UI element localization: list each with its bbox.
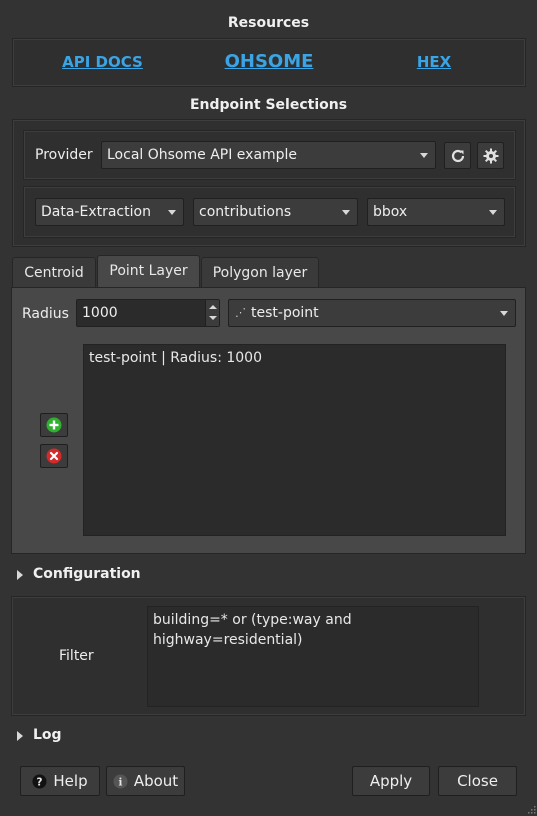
refresh-icon (451, 149, 464, 162)
point-layer-panel: Radius 1000 ⋰ test-point test-point | Ra… (11, 287, 526, 554)
point-layer-list[interactable]: test-point | Radius: 1000 (83, 344, 506, 536)
endpoint-metric-select[interactable]: contributions (193, 198, 358, 226)
list-item[interactable]: test-point | Radius: 1000 (89, 348, 500, 368)
radius-stepper[interactable] (205, 300, 219, 326)
gear-icon (483, 148, 498, 163)
filter-label: Filter (59, 648, 94, 664)
filter-input[interactable]: building=* or (type:way and highway=resi… (147, 606, 479, 707)
tab-point-layer[interactable]: Point Layer (97, 255, 200, 288)
provider-label: Provider (35, 147, 93, 163)
provider-row: Provider Local Ohsome API example (23, 130, 516, 180)
tab-polygon-layer[interactable]: Polygon layer (201, 257, 319, 288)
endpoint-title: Endpoint Selections (189, 97, 348, 113)
plus-icon (46, 417, 62, 433)
remove-icon (46, 448, 62, 464)
tab-centroid[interactable]: Centroid (12, 257, 96, 288)
point-layer-icon: ⋰ (235, 306, 246, 319)
ohsome-link[interactable]: OHSOME (213, 51, 325, 72)
stepper-up-icon[interactable] (209, 305, 217, 309)
question-icon: ? (32, 773, 47, 789)
log-toggle[interactable]: Log (33, 727, 62, 743)
radius-spinbox[interactable]: 1000 (76, 299, 220, 327)
provider-select[interactable]: Local Ohsome API example (101, 141, 436, 169)
help-button[interactable]: ? Help (20, 766, 100, 796)
info-icon: i (113, 773, 128, 789)
point-layer-select-value: test-point (251, 305, 319, 321)
help-label: Help (53, 772, 88, 790)
chevron-right-icon[interactable] (17, 570, 23, 580)
close-button[interactable]: Close (438, 766, 517, 796)
chevron-right-icon[interactable] (17, 731, 23, 741)
configuration-group: Filter building=* or (type:way and highw… (11, 596, 526, 716)
hex-link[interactable]: HEX (409, 53, 459, 71)
radius-label: Radius (22, 306, 69, 322)
radius-value: 1000 (82, 305, 118, 321)
configuration-toggle[interactable]: Configuration (33, 566, 141, 582)
settings-button[interactable] (477, 142, 504, 169)
about-label: About (133, 772, 179, 790)
endpoint-type-select[interactable]: Data-Extraction (35, 198, 184, 226)
refresh-button[interactable] (444, 142, 471, 169)
resources-title: Resources (227, 15, 310, 31)
endpoint-group: Provider Local Ohsome API example Data-E… (12, 119, 526, 247)
endpoint-row: Data-Extraction contributions bbox (23, 186, 516, 238)
apply-button[interactable]: Apply (352, 766, 430, 796)
resize-grip-icon[interactable] (526, 804, 536, 814)
resources-group: API DOCS OHSOME HEX (12, 38, 526, 87)
add-point-button[interactable] (40, 413, 68, 437)
svg-text:i: i (118, 776, 122, 788)
remove-point-button[interactable] (40, 444, 68, 468)
svg-text:?: ? (37, 776, 43, 788)
about-button[interactable]: i About (106, 766, 185, 796)
endpoint-boundary-select[interactable]: bbox (367, 198, 505, 226)
stepper-down-icon[interactable] (209, 316, 217, 320)
point-layer-select[interactable]: ⋰ test-point (228, 299, 516, 327)
api-docs-link[interactable]: API DOCS (51, 53, 154, 71)
